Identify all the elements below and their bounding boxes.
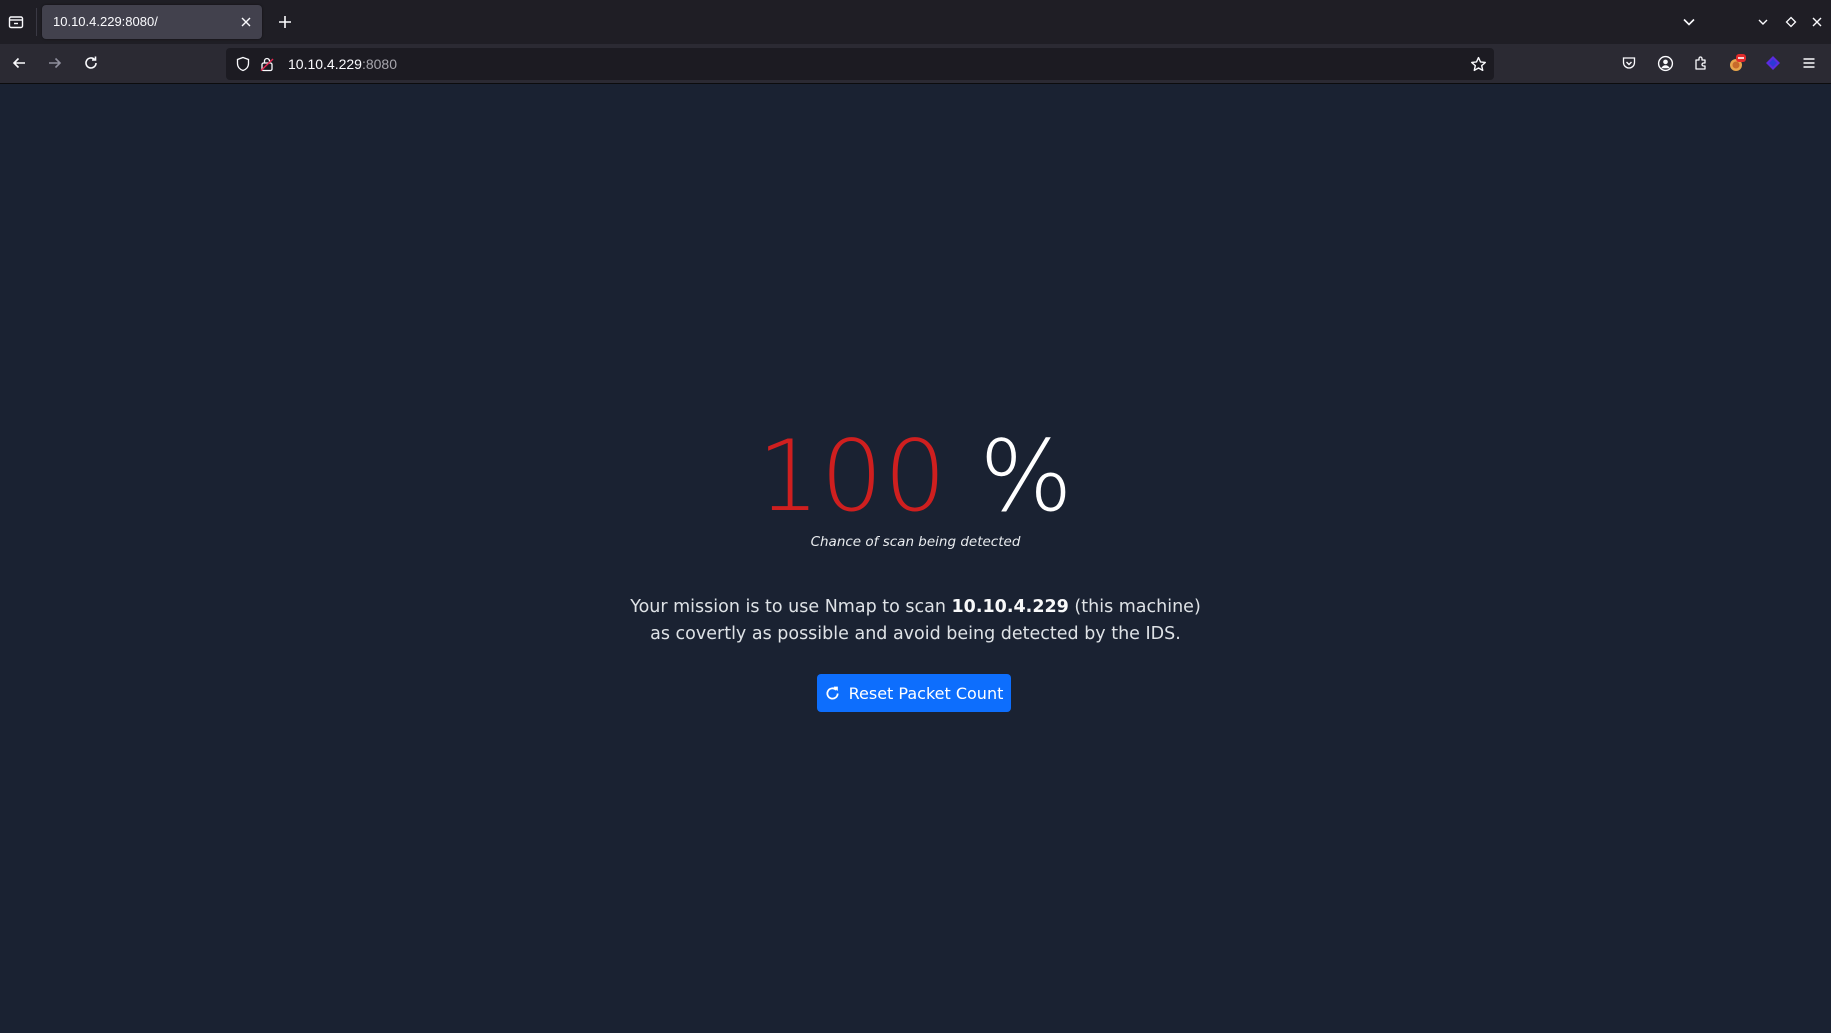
reset-packet-count-button[interactable]: Reset Packet Count bbox=[817, 674, 1011, 712]
refresh-icon bbox=[826, 686, 839, 699]
page-content: 100 % Chance of scan being detected Your… bbox=[0, 85, 1831, 1033]
insecure-lock-icon[interactable] bbox=[258, 55, 276, 73]
url-text[interactable]: 10.10.4.229:8080 bbox=[288, 56, 397, 72]
new-tab-icon[interactable] bbox=[272, 9, 298, 35]
tab-strip: 10.10.4.229:8080/ bbox=[0, 0, 1831, 44]
tab-title: 10.10.4.229:8080/ bbox=[53, 14, 158, 29]
detection-unit: % bbox=[979, 420, 1074, 534]
minimize-chevron-icon[interactable] bbox=[1751, 9, 1775, 35]
tabs-overflow-chevron-icon[interactable] bbox=[1676, 9, 1702, 35]
url-port: :8080 bbox=[361, 56, 398, 72]
mission-text: Your mission is to use Nmap to scan 10.1… bbox=[0, 594, 1831, 648]
reload-icon[interactable] bbox=[76, 48, 106, 78]
list-all-tabs-icon[interactable] bbox=[4, 9, 28, 35]
reset-button-label: Reset Packet Count bbox=[848, 683, 1004, 703]
detection-value: 100 bbox=[757, 420, 948, 534]
forward-arrow-icon[interactable] bbox=[40, 48, 70, 78]
bookmark-star-icon[interactable] bbox=[1468, 54, 1488, 74]
back-arrow-icon[interactable] bbox=[4, 48, 34, 78]
account-icon[interactable] bbox=[1650, 48, 1680, 78]
tab-divider bbox=[36, 8, 37, 36]
browser-tab[interactable]: 10.10.4.229:8080/ bbox=[42, 5, 262, 39]
detection-caption: Chance of scan being detected bbox=[810, 534, 1021, 550]
address-bar[interactable]: 10.10.4.229:8080 bbox=[226, 48, 1494, 80]
mission-target-ip: 10.10.4.229 bbox=[951, 597, 1069, 617]
mission-suffix: (this machine) bbox=[1068, 597, 1201, 617]
extension-purple-icon[interactable] bbox=[1758, 48, 1788, 78]
maximize-diamond-icon[interactable] bbox=[1779, 9, 1803, 35]
navigation-toolbar: 10.10.4.229:8080 bbox=[0, 44, 1831, 84]
tracking-protection-shield-icon[interactable] bbox=[234, 55, 252, 73]
extensions-puzzle-icon[interactable] bbox=[1686, 48, 1716, 78]
close-window-icon[interactable] bbox=[1805, 9, 1829, 35]
pocket-icon[interactable] bbox=[1614, 48, 1644, 78]
hamburger-menu-icon[interactable] bbox=[1794, 48, 1824, 78]
close-tab-icon[interactable] bbox=[236, 12, 256, 32]
mission-line-1: Your mission is to use Nmap to scan 10.1… bbox=[0, 594, 1831, 621]
mission-line-2: as covertly as possible and avoid being … bbox=[650, 624, 1181, 644]
extension-badge-icon[interactable] bbox=[1722, 48, 1752, 78]
url-host: 10.10.4.229 bbox=[288, 56, 362, 72]
mission-prefix: Your mission is to use Nmap to scan bbox=[630, 597, 952, 617]
detection-percentage: 100 % bbox=[0, 422, 1831, 532]
